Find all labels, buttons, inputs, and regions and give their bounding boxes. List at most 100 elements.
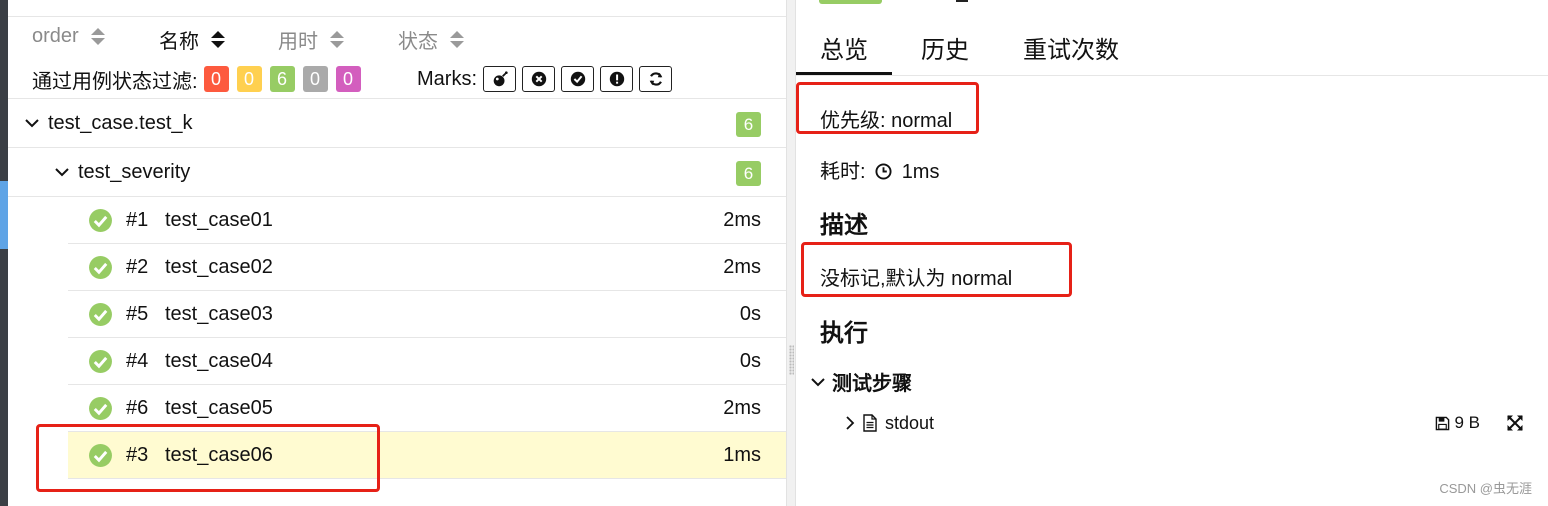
case-number: #6 [126, 396, 149, 419]
sort-duration-label: 用时 [278, 31, 318, 53]
times-circle-icon [531, 71, 546, 87]
duration-label: 耗时: [820, 161, 866, 183]
sort-bar: order 名称 用时 状态 [8, 16, 786, 60]
side-strip [0, 0, 8, 506]
bomb-icon [493, 71, 508, 87]
suite-row[interactable]: test_case.test_k 6 [8, 99, 786, 148]
filter-failed-badge[interactable]: 0 [203, 66, 229, 92]
case-duration: 2ms [723, 255, 761, 278]
mark-retries-button[interactable] [639, 66, 672, 92]
sort-status-label: 状态 [398, 31, 438, 53]
module-row[interactable]: test_severity 6 [8, 148, 786, 197]
passed-check-icon [89, 255, 112, 279]
attachment-size: 9 B [1435, 413, 1480, 433]
case-name: test_case03 [165, 302, 273, 325]
case-duration: 2ms [723, 396, 761, 419]
filter-broken-badge[interactable]: 0 [236, 66, 262, 92]
chevron-down-icon [811, 377, 825, 386]
chevron-down-icon [25, 119, 39, 128]
case-name: test_case05 [165, 396, 273, 419]
case-number: #4 [126, 349, 149, 372]
test-detail-pane: 总览 历史 重试次数 优先级: normal 耗时: 1ms 描述 没标记,默认… [796, 0, 1548, 506]
sort-arrows-icon [90, 27, 105, 47]
attachment-size-value: 9 B [1454, 413, 1480, 432]
case-name: test_case01 [165, 208, 273, 231]
attachment-name: stdout [885, 412, 935, 433]
case-name: test_case06 [165, 443, 273, 466]
filter-skipped-badge[interactable]: 0 [302, 66, 328, 92]
chevron-down-icon [55, 168, 69, 177]
test-steps-toggle[interactable]: 测试步骤 [810, 367, 912, 396]
mark-new-broken-button[interactable] [600, 66, 633, 92]
test-case-row[interactable]: #5 test_case03 0s [68, 291, 786, 338]
case-number: #1 [126, 208, 149, 231]
severity-text: 优先级: normal [820, 110, 953, 132]
case-duration: 0s [739, 349, 761, 372]
case-duration: 1ms [723, 443, 761, 466]
tab-history[interactable]: 历史 [921, 30, 969, 65]
status-filter: 通过用例状态过滤: 0 0 6 0 0 [32, 64, 369, 94]
test-case-row-selected[interactable]: #3 test_case06 1ms [68, 432, 786, 479]
case-number: #5 [126, 302, 149, 325]
pane-splitter[interactable] [786, 0, 796, 506]
duration-line: 耗时: 1ms [820, 155, 939, 184]
file-text-icon [863, 414, 877, 432]
sort-duration[interactable]: 用时 [278, 25, 344, 54]
description-heading: 描述 [820, 212, 868, 239]
test-case-row[interactable]: #4 test_case04 0s [68, 338, 786, 385]
test-case-row[interactable]: #6 test_case05 2ms [68, 385, 786, 432]
description-text: 没标记,默认为 normal [820, 268, 1013, 290]
sort-arrows-icon [330, 30, 344, 50]
module-count-badge: 6 [736, 161, 761, 186]
refresh-icon [649, 72, 662, 86]
case-duration: 0s [739, 302, 761, 325]
save-icon [1436, 416, 1450, 430]
case-duration: 2ms [723, 208, 761, 231]
top-dash [956, 0, 968, 2]
sort-name[interactable]: 名称 [159, 25, 225, 54]
test-tree-pane: order 名称 用时 状态 通过用例状态过滤: 0 0 6 0 0 Marks… [0, 0, 786, 506]
attachment-row[interactable]: stdout 9 B [844, 410, 1544, 436]
test-case-row[interactable]: #2 test_case02 2ms [68, 244, 786, 291]
tab-overview[interactable]: 总览 [820, 30, 868, 65]
sort-order-label: order [32, 25, 79, 47]
passed-check-icon [89, 396, 112, 420]
case-number: #3 [126, 443, 149, 466]
suite-count-badge: 6 [736, 112, 761, 137]
test-case-row[interactable]: #1 test_case01 2ms [68, 197, 786, 244]
marks-label: Marks: [417, 67, 477, 90]
case-name: test_case02 [165, 255, 273, 278]
chevron-right-icon [846, 416, 855, 430]
duration-value: 1ms [901, 161, 940, 183]
sort-arrows-icon [450, 30, 464, 50]
mark-new-failed-button[interactable] [522, 66, 555, 92]
suite-name: test_case.test_k [48, 111, 193, 134]
case-name: test_case04 [165, 349, 273, 372]
module-name: test_severity [78, 160, 191, 183]
expand-icon[interactable] [1506, 414, 1524, 432]
status-filter-label: 通过用例状态过滤: [32, 70, 198, 93]
test-steps-label: 测试步骤 [832, 373, 912, 395]
sort-order[interactable]: order [32, 25, 105, 48]
marks-filter: Marks: [417, 64, 672, 94]
watermark-text: CSDN @虫无涯 [1439, 481, 1532, 496]
sort-name-label: 名称 [159, 31, 199, 53]
filter-passed-badge[interactable]: 6 [269, 66, 295, 92]
report-window: order 名称 用时 状态 通过用例状态过滤: 0 0 6 0 0 Marks… [0, 0, 1548, 506]
splitter-grip[interactable] [789, 345, 794, 375]
mark-flaky-button[interactable] [483, 66, 516, 92]
status-bar-top [819, 0, 882, 4]
sort-arrows-icon [211, 30, 225, 50]
passed-check-icon [89, 302, 112, 326]
filter-unknown-badge[interactable]: 0 [335, 66, 361, 92]
passed-check-icon [89, 443, 112, 467]
passed-check-icon [89, 349, 112, 373]
execution-heading: 执行 [820, 320, 868, 347]
check-circle-icon [570, 71, 585, 87]
detail-tabs: 总览 历史 重试次数 [796, 26, 1548, 76]
mark-new-passed-button[interactable] [561, 66, 594, 92]
sort-status[interactable]: 状态 [398, 25, 464, 54]
clock-icon [875, 163, 892, 180]
test-tree: test_case.test_k 6 test_severity 6 #1 te… [8, 98, 786, 479]
tab-retries[interactable]: 重试次数 [1023, 30, 1119, 65]
